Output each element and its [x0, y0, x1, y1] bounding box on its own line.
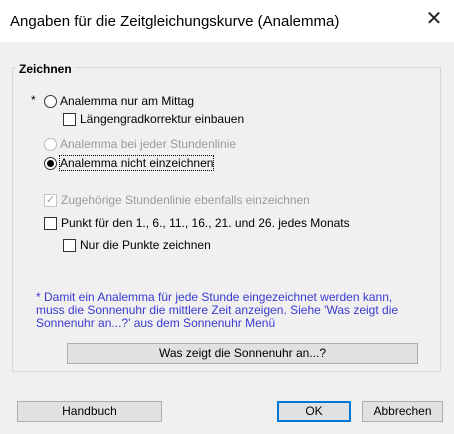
ok-button[interactable]: OK — [277, 401, 351, 422]
check-only-points-option[interactable]: Nur die Punkte zeichnen — [63, 237, 211, 253]
radio-each-hour-label: Analemma bei jeder Stundenlinie — [60, 137, 237, 151]
radio-each-hour-option[interactable]: Analemma bei jeder Stundenlinie — [44, 136, 236, 152]
radio-noon-option[interactable]: Analemma nur am Mittag — [44, 93, 194, 109]
radio-noon[interactable] — [44, 94, 57, 108]
cancel-button[interactable]: Abbrechen — [362, 401, 443, 422]
check-hourline-option[interactable]: ✓ Zugehörige Stundenlinie ebenfalls einz… — [44, 192, 310, 208]
check-hourline-label: Zugehörige Stundenlinie ebenfalls einzei… — [61, 193, 310, 207]
footnote-star: * — [31, 93, 36, 107]
check-points-option[interactable]: Punkt für den 1., 6., 11., 16., 21. und … — [44, 215, 350, 231]
close-icon[interactable]: ✕ — [424, 9, 444, 29]
what-does-sundial-show-button[interactable]: Was zeigt die Sonnenuhr an...? — [67, 343, 418, 364]
check-longitude-label: Längengradkorrektur einbauen — [80, 112, 245, 126]
checkbox-points[interactable] — [44, 216, 57, 230]
window-title: Angaben für die Zeitgleichungskurve (Ana… — [10, 13, 340, 30]
checkbox-longitude[interactable] — [63, 112, 76, 126]
check-points-label: Punkt für den 1., 6., 11., 16., 21. und … — [61, 216, 350, 230]
check-only-points-label: Nur die Punkte zeichnen — [80, 238, 211, 252]
radio-none-label: Analemma nicht einzeichnen — [58, 155, 215, 171]
manual-button[interactable]: Handbuch — [17, 401, 162, 422]
radio-noon-label: Analemma nur am Mittag — [60, 94, 195, 108]
group-label: Zeichnen — [16, 62, 75, 76]
title-bar: Angaben für die Zeitgleichungskurve (Ana… — [0, 0, 454, 42]
checkbox-hourline[interactable]: ✓ — [44, 193, 57, 207]
radio-each-hour[interactable] — [44, 137, 57, 151]
radio-none-option[interactable]: Analemma nicht einzeichnen — [44, 155, 215, 171]
radio-none[interactable] — [44, 156, 57, 170]
footnote-text: * Damit ein Analemma für jede Stunde ein… — [36, 290, 399, 330]
checkbox-only-points[interactable] — [63, 238, 76, 252]
check-longitude-option[interactable]: Längengradkorrektur einbauen — [63, 111, 244, 127]
